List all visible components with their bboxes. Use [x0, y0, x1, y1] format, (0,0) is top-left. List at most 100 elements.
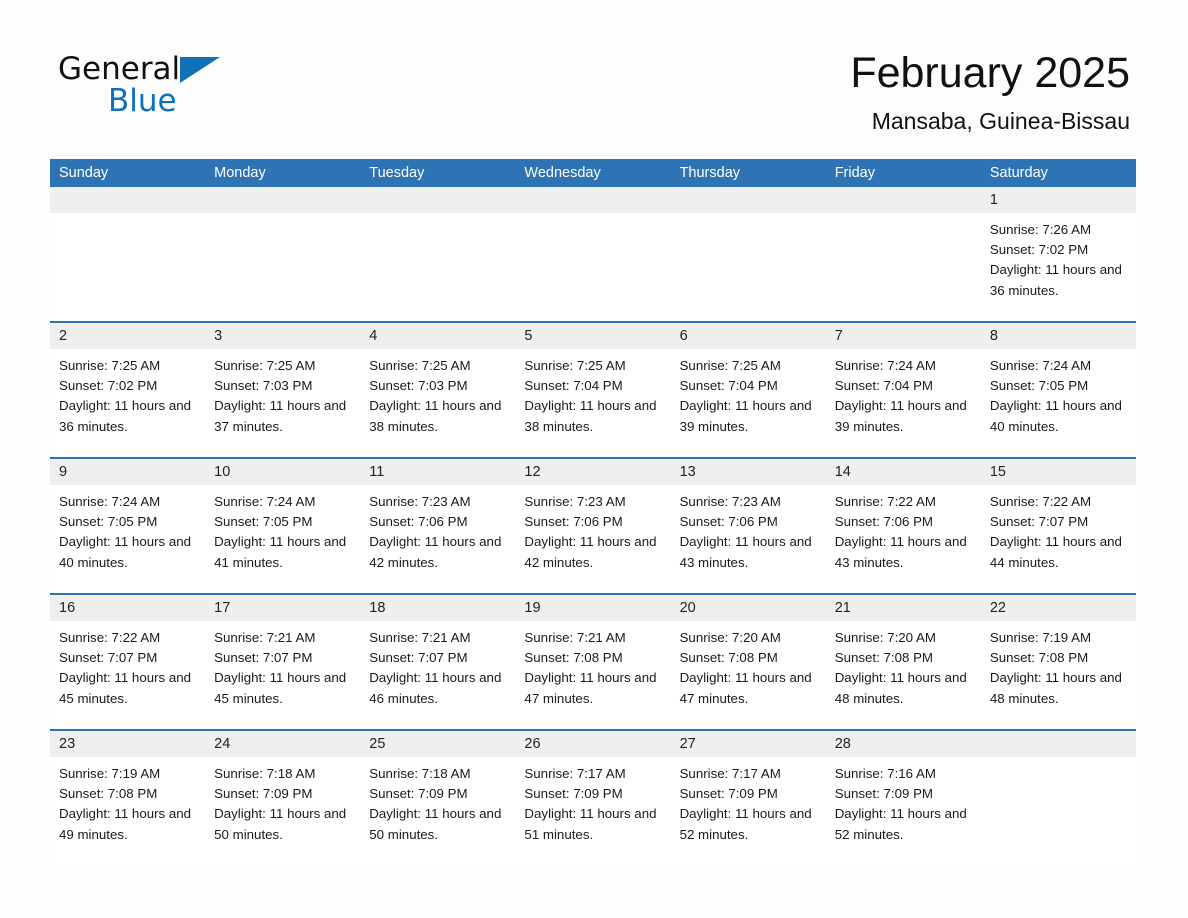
day-details: Sunrise: 7:24 AM Sunset: 7:04 PM Daylight:… — [826, 349, 981, 437]
day-details: Sunrise: 7:21 AM Sunset: 7:07 PM Daylight:… — [360, 621, 515, 709]
page-header: General Blue February 2025 Mansaba, Guin… — [0, 0, 1188, 155]
day-details: Sunrise: 7:19 AM Sunset: 7:08 PM Daylight:… — [981, 621, 1136, 709]
sunrise-text: Sunrise: 7:20 AM — [679, 630, 781, 645]
day-cell-10[interactable]: 10 Sunrise: 7:24 AM Sunset: 7:05 PM Dayligh… — [205, 459, 361, 593]
sunset-text: Sunset: 7:03 PM — [369, 378, 468, 394]
sunrise-text: Sunrise: 7:18 AM — [369, 766, 471, 781]
day-cell-empty — [205, 187, 361, 321]
day-cell-3[interactable]: 3 Sunrise: 7:25 AM Sunset: 7:03 PM Daylight… — [205, 323, 361, 457]
day-details: Sunrise: 7:20 AM Sunset: 7:08 PM Daylight:… — [826, 621, 981, 709]
calendar-week-row: 23 Sunrise: 7:19 AM Sunset: 7:08 PM Dayligh… — [50, 729, 1136, 865]
sunset-text: Sunset: 7:07 PM — [989, 514, 1089, 530]
day-details: Sunrise: 7:24 AM Sunset: 7:05 PM Daylight:… — [50, 485, 205, 573]
day-cell-4[interactable]: 4 Sunrise: 7:25 AM Sunset: 7:03 PM Daylight… — [360, 323, 516, 457]
day-cell-empty — [515, 187, 671, 321]
day-cell-17[interactable]: 17 Sunrise: 7:21 AM Sunset: 7:07 PM Dayligh… — [205, 595, 361, 729]
sunrise-text: Sunrise: 7:25 AM — [59, 358, 161, 373]
day-number: 13 — [670, 459, 826, 485]
daylight-text: Daylight: 11 hours and 40 minutes. — [59, 534, 192, 570]
day-cell-12[interactable]: 12 Sunrise: 7:23 AM Sunset: 7:06 PM Dayligh… — [515, 459, 671, 593]
sunset-text: Sunset: 7:09 PM — [369, 786, 468, 802]
day-cell-24[interactable]: 24 Sunrise: 7:18 AM Sunset: 7:09 PM Dayligh… — [205, 731, 361, 865]
daylight-text: Daylight: 11 hours and 42 minutes. — [524, 534, 657, 570]
sunset-text: Sunset: 7:06 PM — [679, 514, 778, 530]
day-details: Sunrise: 7:25 AM Sunset: 7:02 PM Daylight:… — [50, 349, 205, 437]
day-cell-21[interactable]: 21 Sunrise: 7:20 AM Sunset: 7:08 PM Dayligh… — [825, 595, 981, 729]
day-cell-23[interactable]: 23 Sunrise: 7:19 AM Sunset: 7:08 PM Dayligh… — [50, 731, 206, 865]
day-details: Sunrise: 7:24 AM Sunset: 7:05 PM Daylight:… — [205, 485, 360, 573]
day-cell-19[interactable]: 19 Sunrise: 7:21 AM Sunset: 7:08 PM Dayligh… — [515, 595, 671, 729]
daylight-text: Daylight: 11 hours and 45 minutes. — [59, 670, 192, 706]
day-cell-22[interactable]: 22 Sunrise: 7:19 AM Sunset: 7:08 PM Dayligh… — [980, 595, 1136, 729]
day-cell-1[interactable]: 1 Sunrise: 7:26 AM Sunset: 7:02 PM Daylight… — [980, 187, 1136, 321]
sunrise-text: Sunrise: 7:21 AM — [524, 630, 626, 645]
day-cell-27[interactable]: 27 Sunrise: 7:17 AM Sunset: 7:09 PM Dayligh… — [670, 731, 826, 865]
day-number — [980, 731, 1136, 757]
sunset-text: Sunset: 7:02 PM — [989, 242, 1089, 258]
day-cell-empty — [50, 187, 206, 321]
day-details — [50, 213, 205, 220]
sunrise-text: Sunrise: 7:26 AM — [989, 222, 1092, 237]
calendar-week-row: 16 Sunrise: 7:22 AM Sunset: 7:07 PM Dayligh… — [50, 593, 1136, 729]
day-number: 28 — [825, 731, 981, 757]
daylight-text: Daylight: 11 hours and 46 minutes. — [369, 670, 502, 706]
generalblue-logo[interactable]: General Blue — [58, 52, 318, 124]
daylight-text: Daylight: 11 hours and 50 minutes. — [369, 806, 502, 842]
sunset-text: Sunset: 7:08 PM — [989, 650, 1089, 666]
logo-top-row: General — [58, 52, 318, 88]
day-cell-11[interactable]: 11 Sunrise: 7:23 AM Sunset: 7:06 PM Dayligh… — [360, 459, 516, 593]
daylight-text: Daylight: 11 hours and 45 minutes. — [214, 670, 347, 706]
day-cell-7[interactable]: 7 Sunrise: 7:24 AM Sunset: 7:04 PM Daylight… — [825, 323, 981, 457]
day-cell-20[interactable]: 20 Sunrise: 7:20 AM Sunset: 7:08 PM Dayligh… — [670, 595, 826, 729]
day-details: Sunrise: 7:24 AM Sunset: 7:05 PM Daylight:… — [981, 349, 1136, 437]
weekday-header-tuesday: Tuesday — [369, 165, 425, 181]
daylight-text: Daylight: 11 hours and 47 minutes. — [524, 670, 657, 706]
title-block: February 2025 Mansaba, Guinea-Bissau — [850, 48, 1130, 136]
daylight-text: Daylight: 11 hours and 37 minutes. — [214, 398, 347, 434]
day-number — [670, 187, 826, 213]
day-number: 16 — [50, 595, 206, 621]
daylight-text: Daylight: 11 hours and 39 minutes. — [834, 398, 967, 434]
day-cell-18[interactable]: 18 Sunrise: 7:21 AM Sunset: 7:07 PM Dayligh… — [360, 595, 516, 729]
day-details: Sunrise: 7:25 AM Sunset: 7:03 PM Daylight:… — [205, 349, 360, 437]
sunset-text: Sunset: 7:07 PM — [59, 650, 158, 666]
daylight-text: Daylight: 11 hours and 43 minutes. — [834, 534, 967, 570]
page-subtitle: Mansaba, Guinea-Bissau — [871, 108, 1130, 134]
day-details: Sunrise: 7:22 AM Sunset: 7:07 PM Daylight:… — [981, 485, 1136, 573]
weekday-header-wednesday: Wednesday — [524, 165, 601, 181]
day-cell-6[interactable]: 6 Sunrise: 7:25 AM Sunset: 7:04 PM Daylight… — [670, 323, 826, 457]
calendar-table: Sunday Monday Tuesday Wednesday Thursday Frid… — [50, 159, 1136, 865]
day-cell-5[interactable]: 5 Sunrise: 7:25 AM Sunset: 7:04 PM Daylight… — [515, 323, 671, 457]
day-cell-14[interactable]: 14 Sunrise: 7:22 AM Sunset: 7:06 PM Dayligh… — [825, 459, 981, 593]
day-number: 5 — [515, 323, 671, 349]
day-details: Sunrise: 7:21 AM Sunset: 7:07 PM Daylight:… — [205, 621, 360, 709]
day-cell-15[interactable]: 15 Sunrise: 7:22 AM Sunset: 7:07 PM Dayligh… — [980, 459, 1136, 593]
sunrise-text: Sunrise: 7:23 AM — [369, 494, 471, 509]
day-details: Sunrise: 7:17 AM Sunset: 7:09 PM Daylight:… — [515, 757, 670, 845]
day-cell-28[interactable]: 28 Sunrise: 7:16 AM Sunset: 7:09 PM Dayligh… — [825, 731, 981, 865]
day-cell-8[interactable]: 8 Sunrise: 7:24 AM Sunset: 7:05 PM Daylight… — [980, 323, 1136, 457]
sunrise-text: Sunrise: 7:22 AM — [989, 494, 1092, 509]
daylight-text: Daylight: 11 hours and 48 minutes. — [834, 670, 967, 706]
day-details: Sunrise: 7:22 AM Sunset: 7:06 PM Daylight:… — [826, 485, 981, 573]
sunset-text: Sunset: 7:07 PM — [369, 650, 468, 666]
day-details: Sunrise: 7:26 AM Sunset: 7:02 PM Daylight:… — [981, 213, 1136, 301]
calendar-page: General Blue February 2025 Mansaba, Guin… — [0, 0, 1188, 918]
day-cell-2[interactable]: 2 Sunrise: 7:25 AM Sunset: 7:02 PM Daylight… — [50, 323, 206, 457]
day-number — [360, 187, 516, 213]
weekday-header-sunday: Sunday — [59, 165, 109, 181]
day-cell-26[interactable]: 26 Sunrise: 7:17 AM Sunset: 7:09 PM Dayligh… — [515, 731, 671, 865]
day-details — [515, 213, 670, 220]
day-cell-13[interactable]: 13 Sunrise: 7:23 AM Sunset: 7:06 PM Dayligh… — [670, 459, 826, 593]
sunset-text: Sunset: 7:02 PM — [59, 378, 158, 394]
day-cell-25[interactable]: 25 Sunrise: 7:18 AM Sunset: 7:09 PM Dayligh… — [360, 731, 516, 865]
day-number: 8 — [980, 323, 1136, 349]
day-cell-9[interactable]: 9 Sunrise: 7:24 AM Sunset: 7:05 PM Daylight… — [50, 459, 206, 593]
daylight-text: Daylight: 11 hours and 38 minutes. — [369, 398, 502, 434]
day-cell-16[interactable]: 16 Sunrise: 7:22 AM Sunset: 7:07 PM Dayligh… — [50, 595, 206, 729]
day-number: 14 — [825, 459, 981, 485]
sunrise-text: Sunrise: 7:22 AM — [834, 494, 936, 509]
sunset-text: Sunset: 7:06 PM — [834, 514, 934, 530]
day-number — [50, 187, 206, 213]
daylight-text: Daylight: 11 hours and 39 minutes. — [679, 398, 812, 434]
